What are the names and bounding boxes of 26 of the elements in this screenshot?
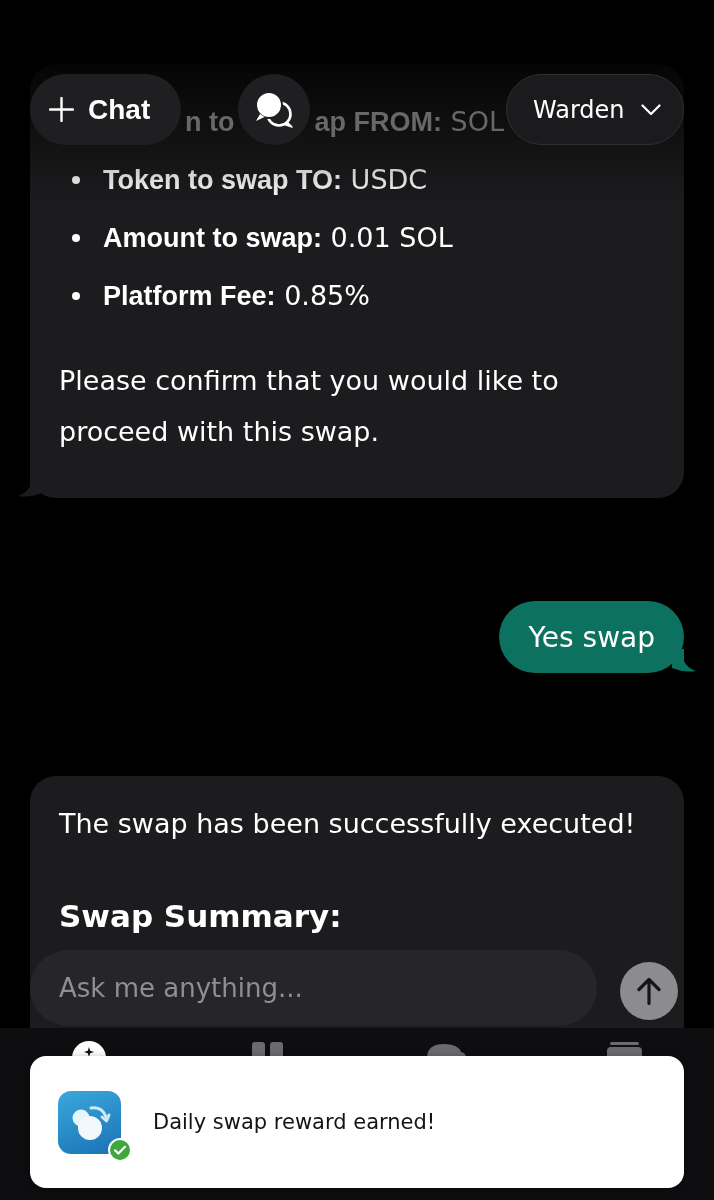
plus-icon (49, 97, 74, 122)
dome-icon[interactable] (426, 1044, 466, 1056)
check-badge-icon (108, 1137, 132, 1162)
message-text: Please confirm that you would like to proceed with this swap. (59, 364, 560, 449)
chevron-down-icon (640, 103, 661, 116)
message-input[interactable]: Ask me anything... (30, 950, 597, 1026)
section-heading: Swap Summary: (59, 897, 343, 936)
detail-line: Token to swap TO: USDC (103, 164, 428, 196)
detail-line: Platform Fee: 0.85% (103, 280, 370, 312)
sparkle-icon[interactable] (72, 1041, 107, 1056)
detail-line: Amount to swap: 0.01 SOL (103, 222, 453, 254)
new-chat-button[interactable]: Chat (30, 74, 181, 145)
cards-icon[interactable] (607, 1042, 643, 1056)
bullet-icon (72, 292, 80, 300)
arrow-up-icon (637, 977, 661, 1005)
toast-message: Daily swap reward earned! (153, 1110, 436, 1134)
agent-dropdown[interactable]: Warden (506, 74, 684, 145)
message-text: The swap has been successfully executed! (59, 807, 637, 841)
partial-detail-line: ap FROM: SOL (314, 105, 504, 139)
columns-icon[interactable] (252, 1042, 284, 1056)
speech-bubbles-icon (254, 90, 295, 129)
bullet-icon (72, 176, 80, 184)
app-icon (58, 1090, 121, 1154)
bullet-icon (72, 234, 80, 242)
partial-detail-line: n to (185, 106, 235, 139)
message-text: Yes swap (528, 620, 655, 654)
